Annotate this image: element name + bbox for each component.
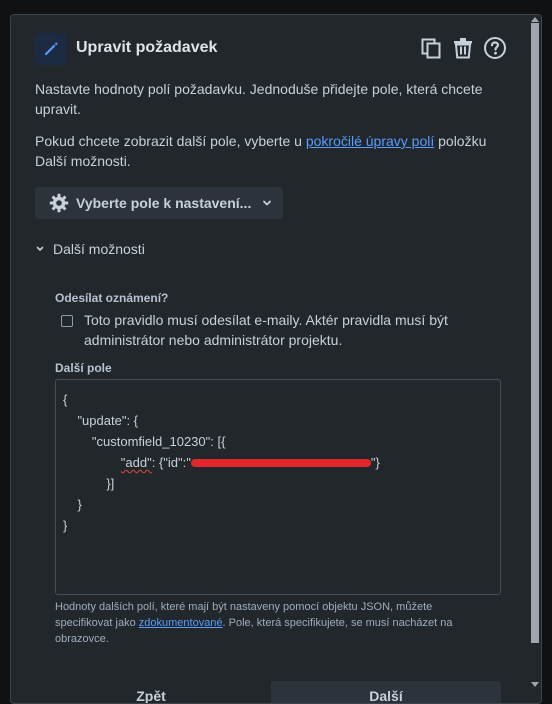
additional-fields-json-editor[interactable]: { "update": { "customfield_10230": [{ "a…	[55, 379, 501, 595]
intro-text: Nastavte hodnoty polí požadavku. Jednodu…	[35, 81, 483, 117]
copy-icon[interactable]	[419, 36, 443, 60]
chevron-down-icon	[35, 244, 45, 254]
scroll-up-arrow[interactable]	[531, 15, 539, 23]
code-line: "customfield_10230": [{	[63, 434, 226, 449]
chevron-down-icon	[261, 197, 273, 209]
edit-request-panel: Upravit požadavek Nastavte hodnoty polí …	[10, 14, 542, 704]
intro-advanced-text: Pokud chcete zobrazit další pole, vybert…	[35, 131, 495, 171]
vertical-scrollbar[interactable]	[529, 15, 541, 703]
code-line: "add": {"id":" "}	[63, 452, 500, 473]
gear-icon	[49, 193, 69, 213]
back-button[interactable]: Zpět	[111, 681, 191, 703]
scroll-down-arrow[interactable]	[531, 681, 539, 689]
additional-fields-label: Další pole	[55, 361, 112, 375]
additional-fields-helper-text: Hodnoty dalších polí, které mají být nas…	[55, 599, 487, 647]
panel-header: Upravit požadavek	[35, 33, 507, 65]
send-notification-label: Odesílat oznámení?	[55, 291, 169, 305]
send-notification-description: Toto pravidlo musí odesílat e-maily. Akt…	[84, 312, 448, 348]
send-notification-checkbox[interactable]	[61, 315, 73, 327]
more-options-label: Další možnosti	[53, 241, 145, 257]
redacted-value	[190, 458, 371, 467]
header-actions	[419, 36, 507, 60]
page-title: Upravit požadavek	[76, 39, 218, 56]
trash-icon[interactable]	[451, 36, 475, 60]
code-line: }	[63, 518, 68, 533]
help-icon[interactable]	[483, 36, 507, 60]
more-options-toggle[interactable]: Další možnosti	[35, 241, 145, 257]
code-line: "update": {	[63, 413, 139, 428]
code-line: {	[63, 392, 68, 407]
advanced-field-editing-link[interactable]: pokročilé úpravy polí	[306, 133, 434, 149]
next-button[interactable]: Další	[271, 681, 501, 703]
code-add-key: "add"	[120, 455, 152, 470]
intro-advanced-before: Pokud chcete zobrazit další pole, vybert…	[35, 133, 306, 149]
code-add-mid: : {"id":"	[151, 455, 191, 470]
code-line: }	[63, 497, 82, 512]
documented-link[interactable]: zdokumentované	[139, 617, 223, 629]
field-select-button[interactable]: Vyberte pole k nastavení...	[35, 187, 283, 219]
scrollbar-thumb[interactable]	[531, 23, 539, 643]
field-select-label: Vyberte pole k nastavení...	[76, 195, 252, 211]
code-line: }]	[63, 476, 115, 491]
code-add-end: "}	[370, 455, 380, 470]
pencil-icon	[35, 33, 67, 65]
